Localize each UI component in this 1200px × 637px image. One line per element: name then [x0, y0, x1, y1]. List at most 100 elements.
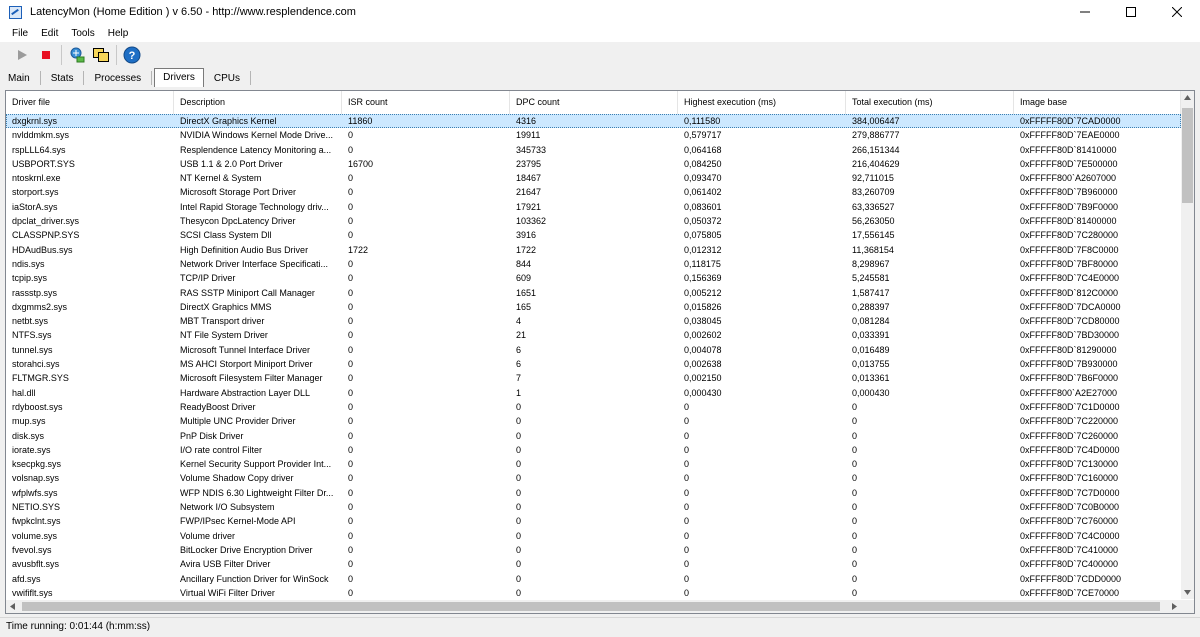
table-row[interactable]: ntoskrnl.exe NT Kernel & System 0 18467 0,09… — [6, 171, 1181, 185]
cell-isr-count: 0 — [348, 401, 354, 412]
table-row[interactable]: FLTMGR.SYS Microsoft Filesystem Filter Ma… — [6, 371, 1181, 385]
scroll-down-arrow[interactable] — [1181, 586, 1194, 599]
cell-description: Intel Rapid Storage Technology driv... — [180, 201, 329, 212]
table-row[interactable]: HDAudBus.sys High Definition Audio Bus Dr… — [6, 243, 1181, 257]
cell-driver-file: NTFS.sys — [12, 330, 52, 341]
tab-cpus[interactable]: CPUs — [206, 70, 248, 87]
cell-isr-count: 0 — [348, 573, 354, 584]
start-button[interactable] — [10, 43, 34, 67]
column-header-driver-file[interactable]: Driver file — [6, 91, 174, 114]
tab-main[interactable]: Main — [0, 70, 38, 87]
scroll-up-arrow[interactable] — [1181, 91, 1194, 104]
stop-button[interactable] — [34, 43, 58, 67]
cell-description: Microsoft Storage Port Driver — [180, 187, 297, 198]
table-row[interactable]: disk.sys PnP Disk Driver 0 0 0 0 0xFFFFF80D`7C… — [6, 429, 1181, 443]
table-row[interactable]: dpclat_driver.sys Thesycon DpcLatency Dri… — [6, 214, 1181, 228]
title-bar: LatencyMon (Home Edition ) v 6.50 - http… — [0, 0, 1200, 24]
vertical-scroll-thumb[interactable] — [1182, 108, 1193, 203]
cell-driver-file: rdyboost.sys — [12, 401, 63, 412]
column-header-image-base[interactable]: Image base — [1014, 91, 1181, 114]
cell-image-base: 0xFFFFF80D`7CDD0000 — [1020, 573, 1122, 584]
tab-drivers[interactable]: Drivers — [154, 68, 204, 87]
cell-highest-execution: 0,015826 — [684, 301, 722, 312]
close-button[interactable] — [1154, 0, 1200, 24]
cell-total-execution: 0 — [852, 459, 858, 470]
cell-isr-count: 0 — [348, 187, 354, 198]
tab-processes[interactable]: Processes — [86, 70, 149, 87]
scroll-right-arrow[interactable] — [1168, 600, 1181, 613]
cell-isr-count: 0 — [348, 230, 354, 241]
column-header-isr-count[interactable]: ISR count — [342, 91, 510, 114]
table-row[interactable]: rspLLL64.sys Resplendence Latency Monitor… — [6, 143, 1181, 157]
table-row[interactable]: rdyboost.sys ReadyBoost Driver 0 0 0 0 0xFFFFF… — [6, 400, 1181, 414]
column-header-highest-execution[interactable]: Highest execution (ms) — [678, 91, 846, 114]
cell-driver-file: avusbflt.sys — [12, 559, 60, 570]
table-row[interactable]: volsnap.sys Volume Shadow Copy driver 0 0 0 0… — [6, 471, 1181, 485]
table-row[interactable]: storahci.sys MS AHCI Storport Miniport Dr… — [6, 357, 1181, 371]
table-row[interactable]: vwififlt.sys Virtual WiFi Filter Driver 0 0… — [6, 586, 1181, 600]
menu-edit[interactable]: Edit — [32, 28, 62, 39]
menu-tools[interactable]: Tools — [62, 28, 98, 39]
table-row[interactable]: afd.sys Ancillary Function Driver for Win… — [6, 572, 1181, 586]
cell-highest-execution: 0 — [684, 444, 690, 455]
table-row[interactable]: fwpkclnt.sys FWP/IPsec Kernel-Mode API 0 0 0… — [6, 514, 1181, 528]
column-header-total-execution[interactable]: Total execution (ms) — [846, 91, 1014, 114]
table-row[interactable]: iorate.sys I/O rate control Filter 0 0 0 0 0xF… — [6, 443, 1181, 457]
table-row[interactable]: rassstp.sys RAS SSTP Miniport Call Manage… — [6, 286, 1181, 300]
table-row[interactable]: mup.sys Multiple UNC Provider Driver 0 0 0 0 0… — [6, 414, 1181, 428]
menu-help[interactable]: Help — [99, 28, 133, 39]
cell-total-execution: 63,336527 — [852, 201, 895, 212]
cell-dpc-count: 3916 — [516, 230, 537, 241]
maximize-icon — [1126, 7, 1136, 17]
maximize-button[interactable] — [1108, 0, 1154, 24]
scroll-left-arrow[interactable] — [6, 600, 19, 613]
cell-highest-execution: 0,064168 — [684, 144, 722, 155]
copy-window-button[interactable] — [89, 43, 113, 67]
horizontal-scroll-thumb[interactable] — [22, 602, 1160, 611]
cell-driver-file: ndis.sys — [12, 258, 45, 269]
menu-file[interactable]: File — [0, 28, 32, 39]
help-button[interactable]: ? — [120, 43, 144, 67]
vertical-scrollbar[interactable] — [1181, 91, 1194, 599]
column-header-dpc-count[interactable]: DPC count — [510, 91, 678, 114]
cell-image-base: 0xFFFFF80D`7C220000 — [1020, 416, 1119, 427]
cell-total-execution: 5,245581 — [852, 273, 890, 284]
cell-highest-execution: 0 — [684, 559, 690, 570]
table-row[interactable]: volume.sys Volume driver 0 0 0 0 0xFFFFF80D`7C… — [6, 529, 1181, 543]
table-row[interactable]: iaStorA.sys Intel Rapid Storage Technolog… — [6, 200, 1181, 214]
table-row[interactable]: hal.dll Hardware Abstraction Layer DLL 0 1 0… — [6, 386, 1181, 400]
cell-total-execution: 0,288397 — [852, 301, 890, 312]
cell-dpc-count: 0 — [516, 487, 522, 498]
drivers-list[interactable]: Driver file Description ISR count DPC co… — [5, 90, 1195, 614]
cell-driver-file: USBPORT.SYS — [12, 158, 75, 169]
table-row[interactable]: USBPORT.SYS USB 1.1 & 2.0 Port Driver 1670… — [6, 157, 1181, 171]
cell-total-execution: 17,556145 — [852, 230, 895, 241]
table-row[interactable]: wfplwfs.sys WFP NDIS 6.30 Lightweight Fil… — [6, 486, 1181, 500]
list-header: Driver file Description ISR count DPC co… — [6, 91, 1181, 114]
cell-driver-file: hal.dll — [12, 387, 36, 398]
cell-dpc-count: 7 — [516, 373, 522, 384]
table-row[interactable]: ksecpkg.sys Kernel Security Support Provi… — [6, 457, 1181, 471]
table-row[interactable]: CLASSPNP.SYS SCSI Class System Dll 0 3916 0,… — [6, 228, 1181, 242]
table-row[interactable]: avusbflt.sys Avira USB Filter Driver 0 0 0 0 0… — [6, 557, 1181, 571]
table-row[interactable]: tunnel.sys Microsoft Tunnel Interface Dri… — [6, 343, 1181, 357]
table-row[interactable]: NTFS.sys NT File System Driver 0 21 0,002602… — [6, 328, 1181, 342]
table-row[interactable]: NETIO.SYS Network I/O Subsystem 0 0 0 0 0xFFFF… — [6, 500, 1181, 514]
table-row[interactable]: storport.sys Microsoft Storage Port Drive… — [6, 185, 1181, 199]
horizontal-scrollbar[interactable] — [6, 600, 1181, 613]
cell-image-base: 0xFFFFF80D`7C400000 — [1020, 559, 1119, 570]
table-row[interactable]: nvlddmkm.sys NVIDIA Windows Kernel Mode D… — [6, 128, 1181, 142]
submit-driver-button[interactable] — [65, 43, 89, 67]
table-row[interactable]: ndis.sys Network Driver Interface Specifi… — [6, 257, 1181, 271]
minimize-button[interactable] — [1062, 0, 1108, 24]
table-row[interactable]: dxgmms2.sys DirectX Graphics MMS 0 165 0,015… — [6, 300, 1181, 314]
column-header-description[interactable]: Description — [174, 91, 342, 114]
tab-stats[interactable]: Stats — [43, 70, 82, 87]
table-row[interactable]: tcpip.sys TCP/IP Driver 0 609 0,156369 5,2455… — [6, 271, 1181, 285]
table-row[interactable]: dxgkrnl.sys DirectX Graphics Kernel 11860 4… — [6, 114, 1181, 129]
cell-total-execution: 56,263050 — [852, 216, 895, 227]
table-row[interactable]: netbt.sys MBT Transport driver 0 4 0,038045 0… — [6, 314, 1181, 328]
cell-highest-execution: 0 — [684, 587, 690, 598]
table-row[interactable]: fvevol.sys BitLocker Drive Encryption Dri… — [6, 543, 1181, 557]
cell-isr-count: 0 — [348, 387, 354, 398]
